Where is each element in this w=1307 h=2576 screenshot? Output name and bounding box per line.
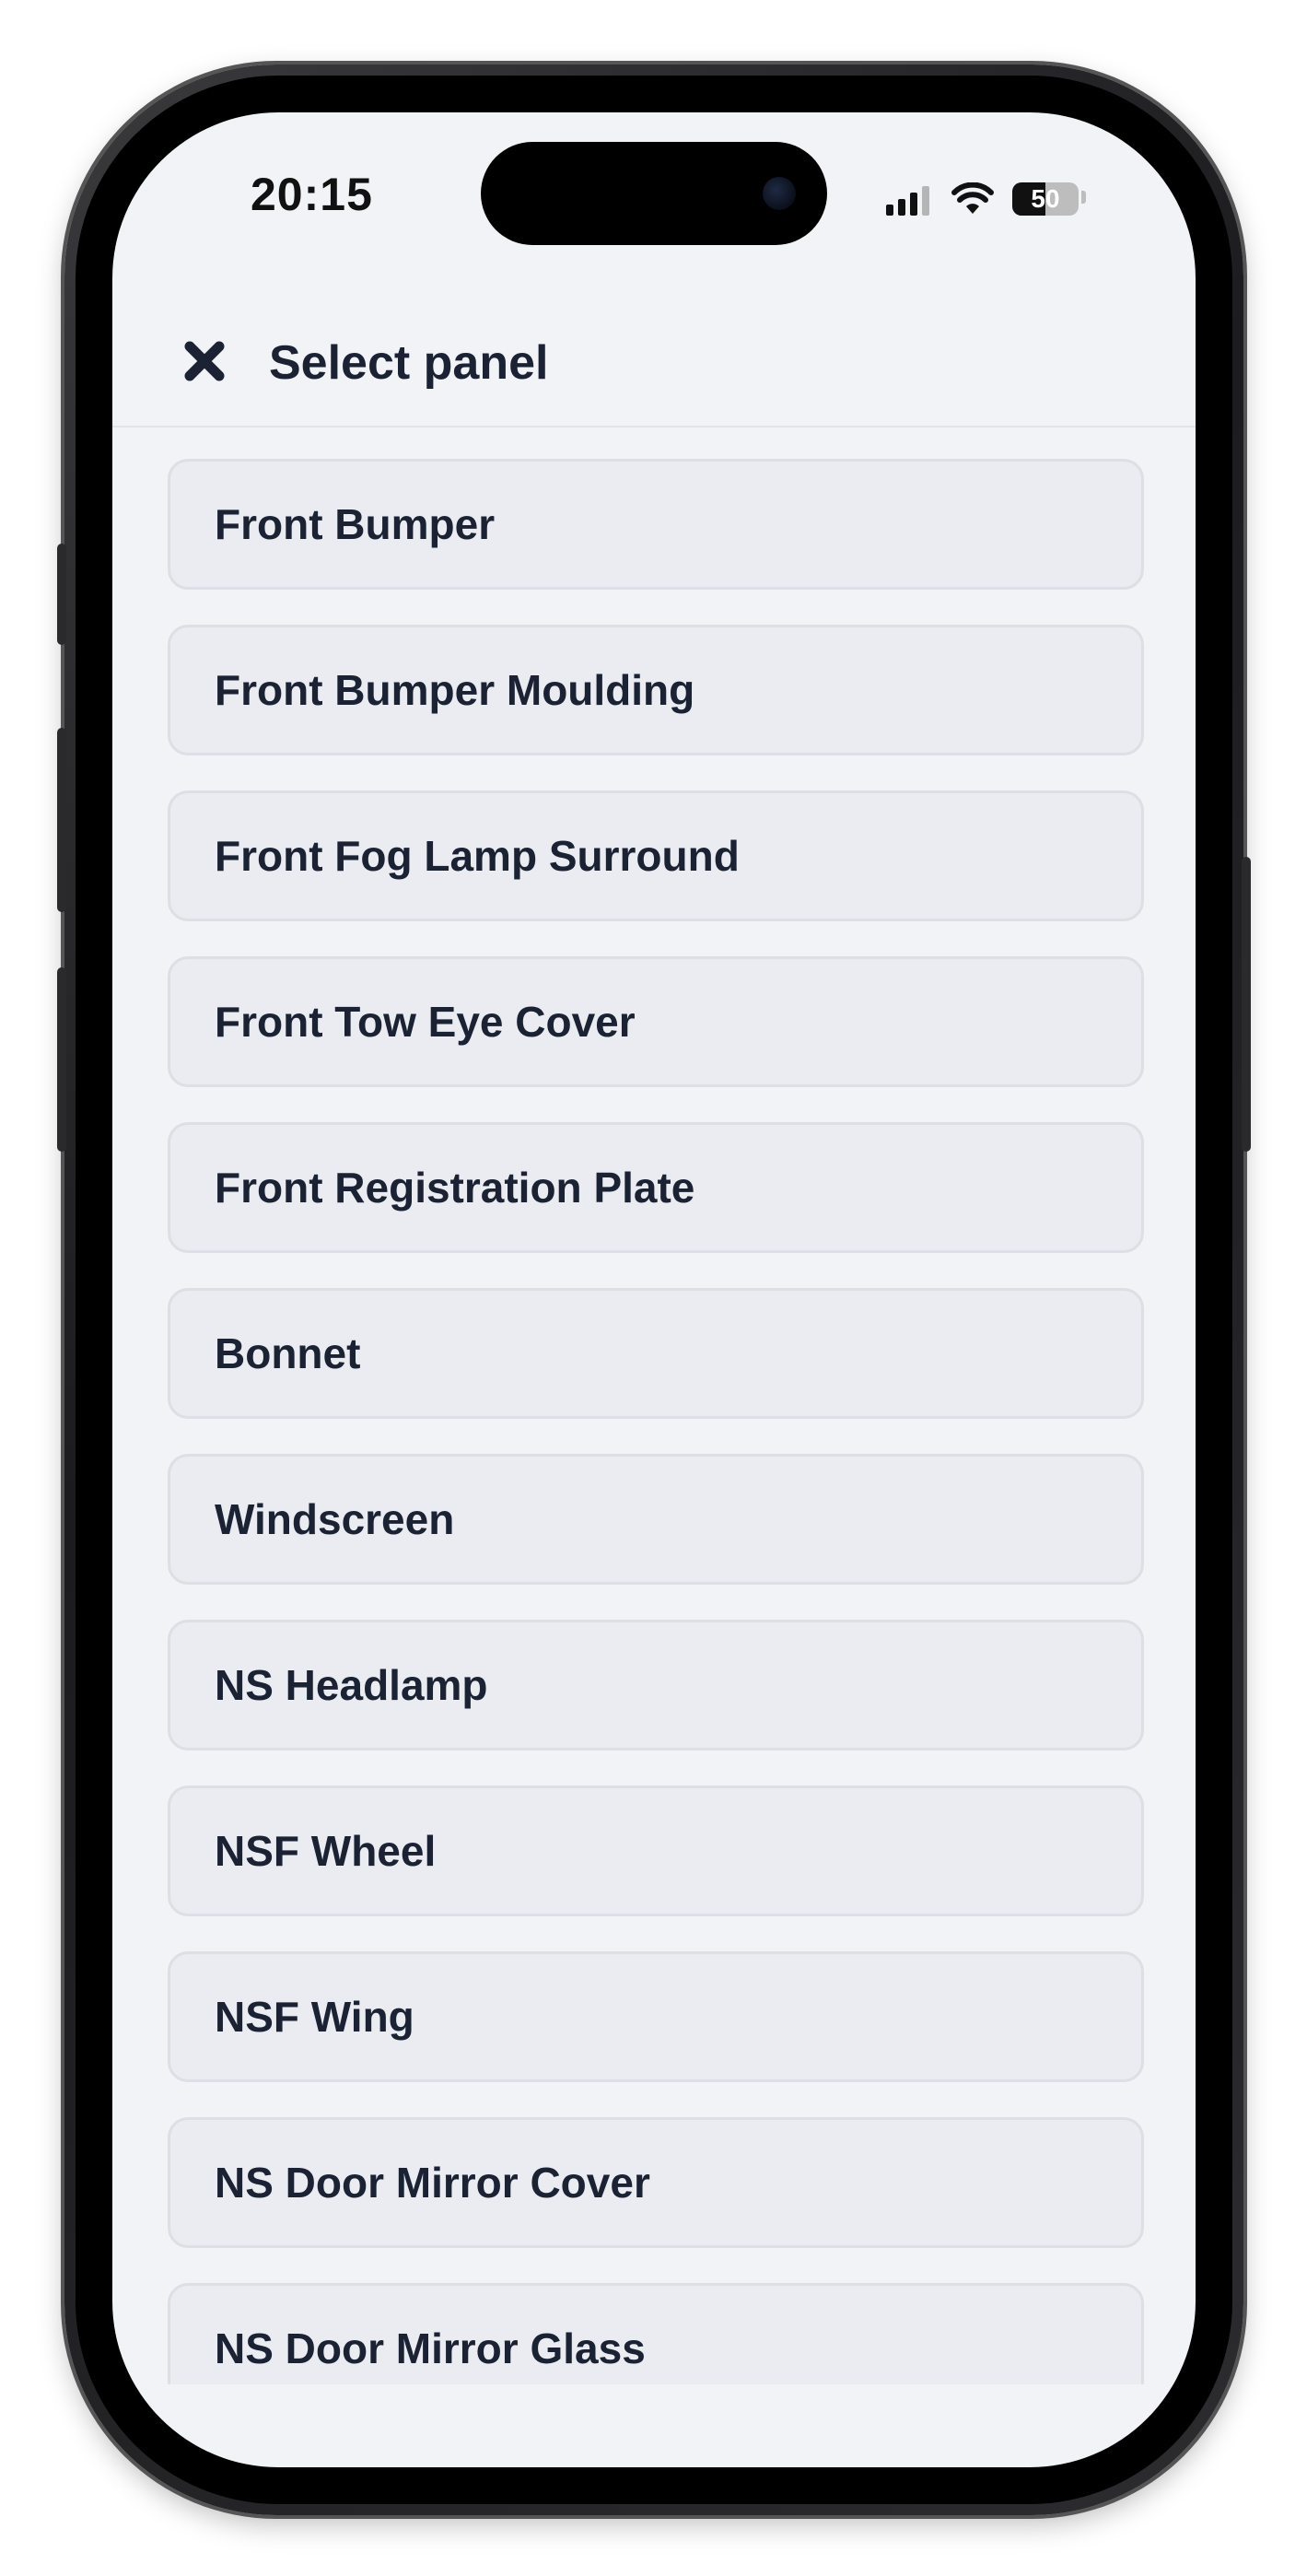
status-bar: 20:15 50 (112, 112, 1196, 297)
panel-option[interactable]: Windscreen (168, 1454, 1144, 1585)
panel-option[interactable]: NSF Wheel (168, 1786, 1144, 1916)
header: Select panel (112, 306, 1196, 416)
battery-icon: 50 (1012, 182, 1079, 216)
panel-option[interactable]: NS Door Mirror Cover (168, 2117, 1144, 2248)
panel-option[interactable]: NS Headlamp (168, 1620, 1144, 1751)
panel-list: Front Bumper Front Bumper Moulding Front F… (168, 459, 1144, 2384)
screen: 20:15 50 Select panel Front Bumper Front… (112, 112, 1196, 2467)
header-divider (112, 426, 1196, 427)
panel-option[interactable]: Front Registration Plate (168, 1122, 1144, 1253)
status-time: 20:15 (251, 169, 373, 220)
status-icons: 50 (886, 179, 1086, 216)
page-title: Select panel (269, 336, 549, 390)
dynamic-island (481, 142, 827, 245)
cellular-signal-icon (886, 184, 929, 216)
panel-option[interactable]: NSF Wing (168, 1951, 1144, 2082)
close-icon (184, 341, 225, 381)
battery-level: 50 (1031, 184, 1060, 213)
panel-option[interactable]: Front Tow Eye Cover (168, 956, 1144, 1087)
volume-down-button (57, 967, 66, 1152)
volume-up-button (57, 728, 66, 912)
panel-option[interactable]: Front Bumper Moulding (168, 625, 1144, 755)
panel-option[interactable]: Front Bumper (168, 459, 1144, 590)
panel-option[interactable]: Front Fog Lamp Surround (168, 790, 1144, 921)
panel-option[interactable]: Bonnet (168, 1288, 1144, 1419)
close-button[interactable] (177, 334, 232, 389)
power-button (1242, 857, 1251, 1152)
wifi-icon (951, 182, 994, 216)
camera-icon (763, 177, 796, 210)
battery-nub (1081, 191, 1086, 204)
panel-option[interactable]: NS Door Mirror Glass (168, 2283, 1144, 2384)
action-button (57, 544, 66, 645)
